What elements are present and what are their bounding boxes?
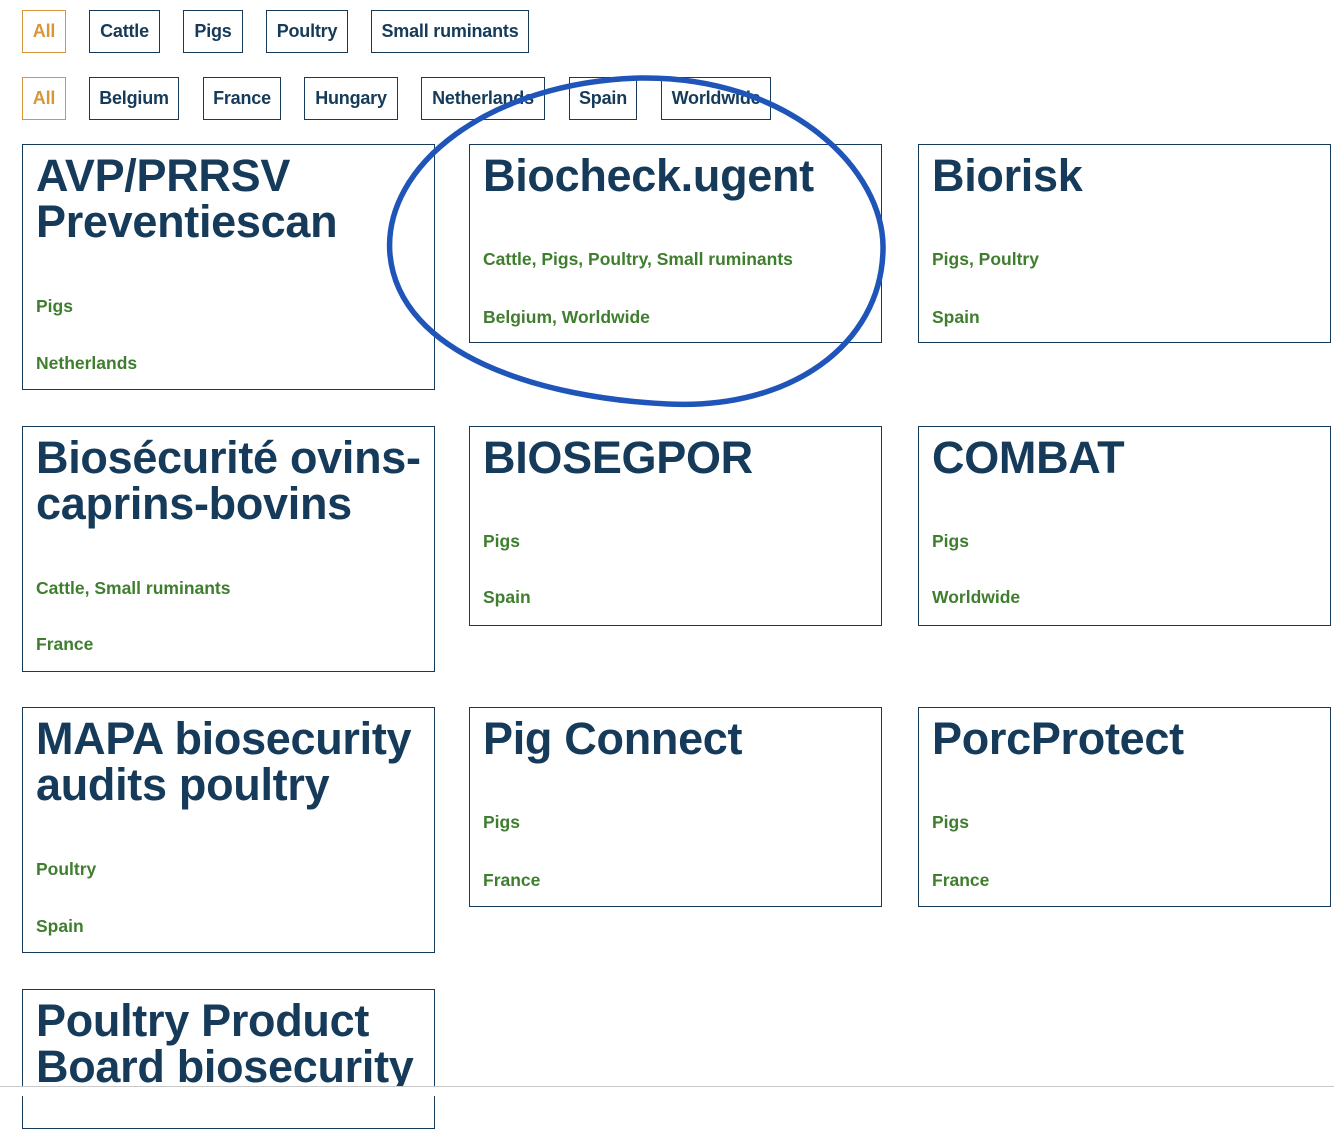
- card-title: AVP/PRRSV Preventiescan: [36, 150, 338, 247]
- card-species: Cattle, Pigs, Poultry, Small ruminants: [483, 249, 793, 269]
- species-filter-pigs[interactable]: Pigs: [183, 10, 243, 53]
- tool-card-pig-connect[interactable]: Pig Connect Pigs France: [469, 707, 882, 907]
- card-title: Biocheck.ugent: [483, 150, 814, 201]
- card-species: Cattle, Small ruminants: [36, 578, 231, 598]
- country-filter-all[interactable]: All: [22, 77, 66, 120]
- card-title: Biorisk: [932, 150, 1083, 201]
- card-species: Pigs: [932, 531, 969, 551]
- tool-card-poultry-product-board-biosecurity[interactable]: Poultry Product Board biosecurity: [22, 989, 435, 1129]
- card-countries: Belgium, Worldwide: [483, 307, 650, 327]
- species-filter-poultry[interactable]: Poultry: [266, 10, 348, 53]
- species-filter-all[interactable]: All: [22, 10, 66, 53]
- card-title: Biosécurité ovins-caprins-bovins: [36, 432, 421, 529]
- tool-card-biorisk[interactable]: Biorisk Pigs, Poultry Spain: [918, 144, 1331, 343]
- card-countries: Netherlands: [36, 353, 138, 373]
- tool-card-mapa-biosecurity-audits-poultry[interactable]: MAPA biosecurity audits poultry Poultry …: [22, 707, 435, 953]
- card-countries: France: [36, 634, 94, 654]
- country-filter-france[interactable]: France: [203, 77, 281, 120]
- card-species: Pigs: [483, 531, 520, 551]
- tool-card-combat[interactable]: COMBAT Pigs Worldwide: [918, 426, 1331, 626]
- country-filter-worldwide[interactable]: Worldwide: [661, 77, 771, 120]
- card-species: Pigs: [36, 296, 73, 316]
- card-countries: Spain: [36, 916, 84, 936]
- card-species: Poultry: [36, 859, 97, 879]
- country-filter-hungary[interactable]: Hungary: [304, 77, 398, 120]
- card-countries: Spain: [483, 587, 531, 607]
- tool-card-biocheck-ugent[interactable]: Biocheck.ugent Cattle, Pigs, Poultry, Sm…: [469, 144, 882, 343]
- country-filter-belgium[interactable]: Belgium: [89, 77, 179, 120]
- viewport-bottom-mask: [0, 1087, 1334, 1096]
- country-filter-netherlands[interactable]: Netherlands: [421, 77, 545, 120]
- card-title: Poultry Product Board biosecurity: [36, 995, 414, 1092]
- card-title: Pig Connect: [483, 713, 743, 764]
- card-title: BIOSEGPOR: [483, 432, 753, 483]
- country-filter-spain[interactable]: Spain: [569, 77, 637, 120]
- viewport-bottom-divider: [0, 1086, 1334, 1087]
- card-species: Pigs, Poultry: [932, 249, 1039, 269]
- card-countries: Worldwide: [932, 587, 1021, 607]
- card-countries: France: [483, 870, 541, 890]
- card-species: Pigs: [483, 812, 520, 832]
- tool-card-biosecurite-ovins-caprins-bovins[interactable]: Biosécurité ovins-caprins-bovins Cattle,…: [22, 426, 435, 672]
- card-countries: Spain: [932, 307, 980, 327]
- card-title: PorcProtect: [932, 713, 1184, 764]
- tool-card-porcprotect[interactable]: PorcProtect Pigs France: [918, 707, 1331, 907]
- tool-card-avp-prrsv[interactable]: AVP/PRRSV Preventiescan Pigs Netherlands: [22, 144, 435, 390]
- species-filter-cattle[interactable]: Cattle: [89, 10, 160, 53]
- card-countries: France: [932, 870, 990, 890]
- tool-card-biosegpor[interactable]: BIOSEGPOR Pigs Spain: [469, 426, 882, 626]
- card-title: MAPA biosecurity audits poultry: [36, 713, 412, 810]
- species-filter-small-ruminants[interactable]: Small ruminants: [371, 10, 529, 53]
- card-title: COMBAT: [932, 432, 1125, 483]
- card-species: Pigs: [932, 812, 969, 832]
